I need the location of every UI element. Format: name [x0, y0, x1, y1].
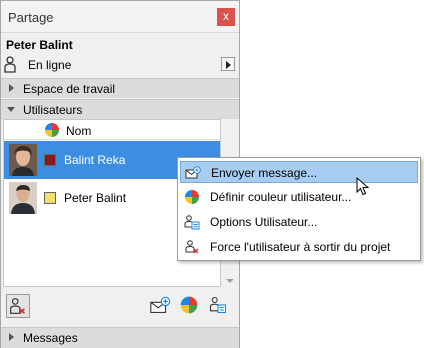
kick-user-button[interactable]: [6, 294, 30, 318]
user-color-swatch: [44, 192, 56, 204]
mouse-pointer-icon: [356, 177, 370, 196]
color-wheel-icon: [45, 123, 59, 137]
current-user-name: Peter Balint: [6, 38, 73, 52]
status-row[interactable]: En ligne: [1, 55, 239, 75]
menu-item-send-message[interactable]: Envoyer message...: [180, 161, 418, 183]
user-row-label: Peter Balint: [64, 191, 127, 205]
section-users-label: Utilisateurs: [23, 103, 83, 117]
send-message-icon: [185, 166, 201, 179]
menu-item-label: Force l'utilisateur à sortir du projet: [210, 240, 391, 254]
avatar: [9, 144, 37, 176]
section-messages-label: Messages: [23, 331, 78, 345]
user-context-menu: Envoyer message... Définir couleur utili…: [177, 157, 421, 261]
status-dropdown-button[interactable]: [221, 57, 235, 71]
menu-item-force-user-leave[interactable]: Force l'utilisateur à sortir du projet: [180, 236, 418, 258]
color-wheel-icon: [180, 296, 198, 314]
kick-user-icon: [185, 240, 199, 254]
color-wheel-icon: [185, 190, 199, 204]
send-message-icon: [150, 296, 171, 313]
user-row-label: Balint Reka: [64, 153, 126, 167]
section-users[interactable]: Utilisateurs: [1, 99, 239, 119]
expand-icon: [9, 333, 14, 341]
user-options-icon: [209, 296, 227, 314]
section-workspace-label: Espace de travail: [23, 82, 116, 96]
bottom-toolbar: [1, 289, 239, 327]
panel-titlebar: Partage x: [1, 1, 239, 33]
name-column-header[interactable]: Nom: [66, 124, 91, 138]
menu-item-user-options[interactable]: Options Utilisateur...: [180, 211, 418, 233]
section-workspace[interactable]: Espace de travail: [1, 78, 239, 98]
status-text: En ligne: [28, 58, 72, 72]
user-options-button[interactable]: [208, 295, 232, 319]
kick-user-icon: [10, 298, 26, 314]
close-button[interactable]: x: [217, 8, 235, 26]
user-color-swatch: [44, 154, 56, 166]
menu-item-label: Définir couleur utilisateur...: [210, 190, 352, 204]
user-color-button[interactable]: [179, 295, 203, 319]
scroll-down-icon[interactable]: [226, 279, 234, 283]
user-list-header: Nom: [4, 120, 220, 140]
expand-icon: [9, 84, 14, 92]
section-messages[interactable]: Messages: [1, 327, 239, 348]
send-message-button[interactable]: [149, 295, 173, 319]
menu-item-label: Envoyer message...: [211, 166, 318, 180]
user-options-icon: [184, 215, 200, 230]
avatar: [9, 182, 37, 214]
collapse-icon: [7, 107, 15, 112]
menu-item-label: Options Utilisateur...: [210, 215, 318, 229]
user-status-icon: [4, 56, 16, 73]
menu-item-set-user-color[interactable]: Définir couleur utilisateur...: [180, 186, 418, 208]
panel-title: Partage: [8, 10, 54, 25]
